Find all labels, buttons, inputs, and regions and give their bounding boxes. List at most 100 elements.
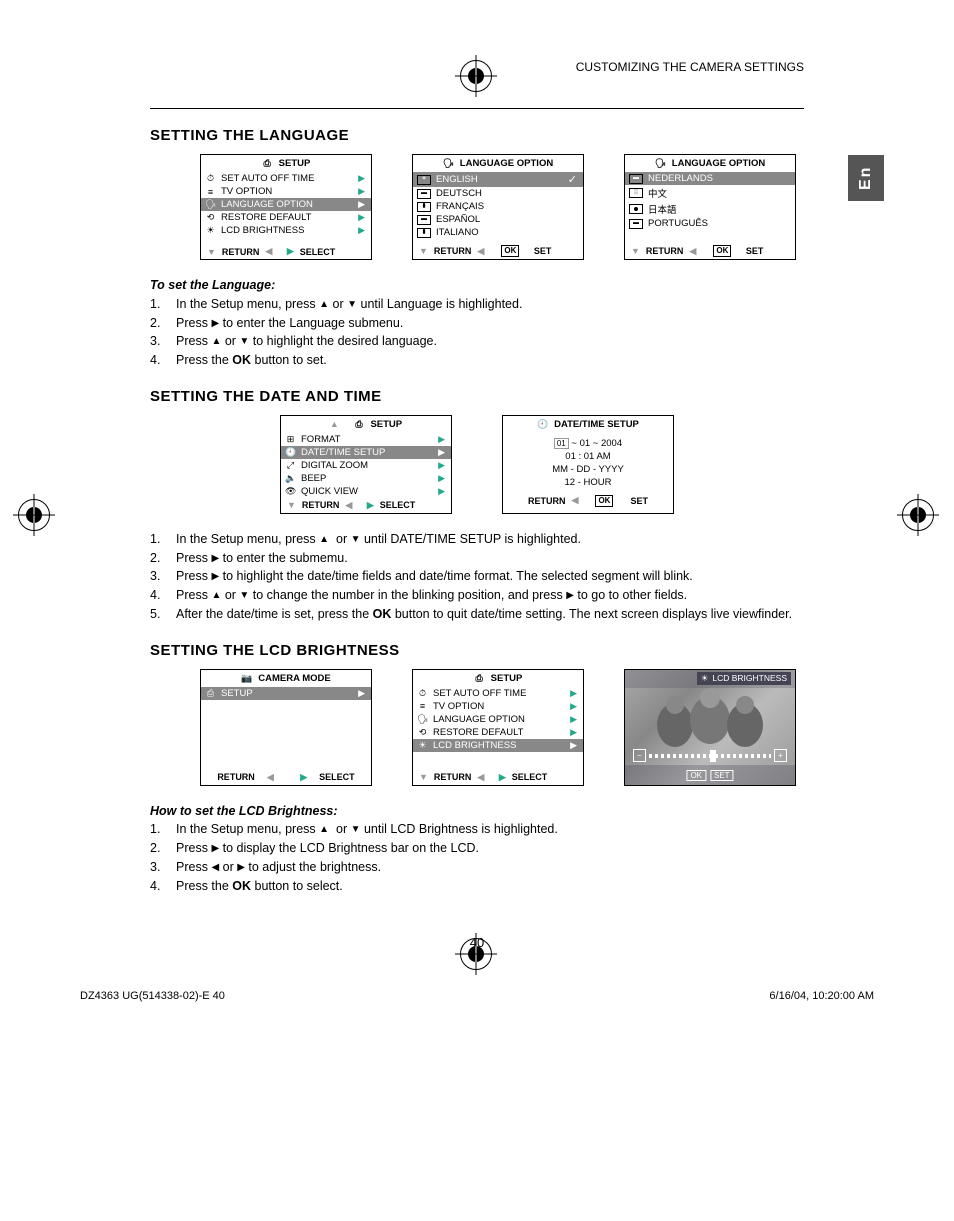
date-value: ~ 01 ~ 2004 [569,438,622,449]
instructions-subtitle: How to set the LCD Brightness: [150,804,338,818]
arrow-down-icon: ▼ [419,246,428,256]
menu-label: SET AUTO OFF TIME [221,173,314,184]
arrow-down-icon: ▼ [419,772,428,782]
screen-title-text: LANGUAGE OPTION [672,158,765,169]
heading-brightness: SETTING THE LCD BRIGHTNESS [150,642,804,659]
setup-icon: ⎙ [205,688,216,699]
menu-label: DIGITAL ZOOM [301,460,368,471]
arrow-right-icon: ▶ [358,212,365,223]
footer-set: SET [630,496,648,506]
step-text: Press or to adjust the brightness. [176,858,381,877]
screen-title-text: LANGUAGE OPTION [460,158,553,169]
ok-icon: OK [501,245,519,257]
step-text: Press to highlight the date/time fields … [176,567,693,586]
step-text: In the Setup menu, press or until DATE/T… [176,530,581,549]
footer-return: RETURN [434,772,472,782]
plus-icon: + [774,749,787,762]
arrow-up-icon: ▲ [330,419,339,429]
check-icon: ✓ [568,173,577,186]
clock-icon: 🕘 [285,447,296,458]
arrow-left-icon: ◀ [689,246,696,257]
menu-label: 日本語 [648,202,677,216]
arrow-down-icon: ▼ [207,247,216,257]
menu-label: LANGUAGE OPTION [221,199,313,210]
instructions-brightness: How to set the LCD Brightness: 1.In the … [150,802,804,896]
footer-return: RETURN [528,496,566,506]
menu-label: BEEP [301,473,326,484]
tv-icon: ≡ [205,187,216,197]
arrow-left-icon: ◀ [267,772,274,783]
arrow-left-icon: ◀ [477,772,484,783]
footer-select: SELECT [380,500,416,510]
footer-return: RETURN [646,246,684,256]
footer-return: RETURN [434,246,472,256]
format-icon: ⊞ [285,434,296,445]
camera-icon: 📷 [241,673,252,684]
arrow-right-icon: ▶ [438,473,445,484]
restore-icon: ⟲ [205,212,216,223]
screen-title-text: SETUP [370,419,402,430]
screen-title-text: SETUP [491,673,523,684]
arrow-right-icon: ▶ [438,447,445,458]
step-text: Press or to highlight the desired langua… [176,332,437,351]
footer-select: SELECT [319,772,355,782]
footer-set: SET [746,246,764,256]
footer-set: SET [534,246,552,256]
arrow-right-icon: ▶ [300,772,307,783]
setup-icon: ⎙ [262,158,273,169]
setup-icon: ⎙ [353,419,364,430]
arrow-right-icon: ▶ [570,688,577,699]
arrow-right-icon: ▶ [358,688,365,699]
menu-label: NEDERLANDS [648,173,713,184]
screen-setup-lang: ⎙ SETUP ⏱ SET AUTO OFF TIME ▶ ≡ TV OPTION ▶ 🗣… [200,154,372,260]
arrow-left-icon: ◀ [477,246,484,257]
step-text: In the Setup menu, press or until LCD Br… [176,820,558,839]
flag-icon: ▬ [629,219,643,229]
flag-icon: ▬ [417,215,431,225]
arrow-right-icon: ▶ [367,500,374,511]
menu-label: DATE/TIME SETUP [301,447,385,458]
arrow-right-icon: ▶ [499,772,506,783]
timer-icon: ⏱ [205,173,216,184]
minus-icon: − [633,749,646,762]
speech-icon: 🗣 [205,199,216,210]
flag-icon: ✶ [417,175,431,185]
menu-label: PORTUGUÊS [648,218,708,229]
arrow-right-icon: ▶ [570,701,577,712]
flag-icon: ▮ [417,202,431,212]
speech-icon: 🗣 [655,158,666,169]
arrow-right-icon: ▶ [358,173,365,184]
ok-label: OK [686,770,706,781]
clock-format: 12 - HOUR [552,476,624,489]
menu-label: ESPAÑOL [436,214,480,225]
arrow-left-icon: ◀ [345,500,352,511]
arrow-down-icon: ▼ [631,246,640,256]
screen-title-text: SETUP [279,158,311,169]
footer-left: DZ4363 UG(514338-02)-E 40 [80,990,225,1002]
menu-label: 中文 [648,186,667,200]
menu-label: SET AUTO OFF TIME [433,688,526,699]
language-tab: En [848,155,884,201]
screen-title-text: CAMERA MODE [258,673,330,684]
menu-label: QUICK VIEW [301,486,358,497]
menu-label: RESTORE DEFAULT [433,727,523,738]
tv-icon: ≡ [417,701,428,711]
arrow-right-icon: ▶ [287,246,294,257]
menu-label: RESTORE DEFAULT [221,212,311,223]
speech-icon: 🗣 [417,714,428,725]
arrow-right-icon: ▶ [570,727,577,738]
arrow-right-icon: ▶ [438,486,445,497]
flag-icon: ░ [629,188,643,198]
speech-icon: 🗣 [443,158,454,169]
step-text: Press to enter the Language submenu. [176,314,403,333]
arrow-right-icon: ▶ [438,434,445,445]
screen-lang-2: 🗣LANGUAGE OPTION ▬NEDERLANDS ░中文 日本語 ▬PO… [624,154,796,260]
preview-title: LCD BRIGHTNESS [712,673,787,683]
menu-label: TV OPTION [221,186,272,197]
footer-select: SELECT [512,772,548,782]
arrow-right-icon: ▶ [358,186,365,197]
ok-icon: OK [595,495,613,507]
set-label: SET [710,770,734,781]
menu-label: LCD BRIGHTNESS [221,225,304,236]
step-text: Press to display the LCD Brightness bar … [176,839,479,858]
